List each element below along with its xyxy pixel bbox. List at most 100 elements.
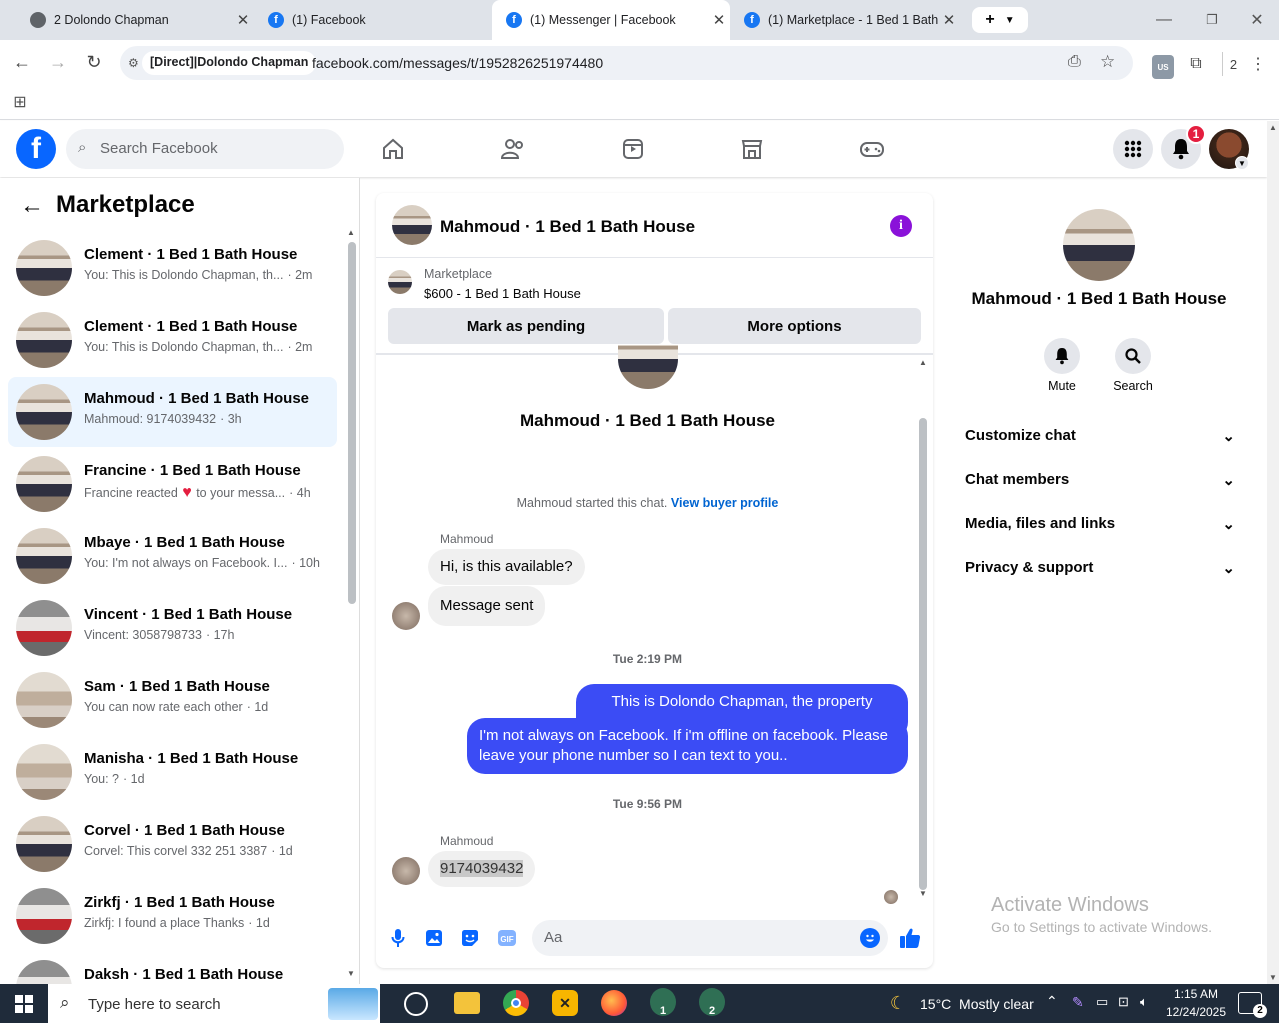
marketplace-icon[interactable]	[735, 133, 769, 165]
conversation-item[interactable]: Clement · 1 Bed 1 Bath House You: This is…	[8, 305, 337, 375]
list-scrollbar[interactable]: ▲ ▼	[347, 228, 357, 978]
emoji-icon[interactable]	[860, 928, 880, 948]
extensions-puzzle-icon[interactable]: ⧉	[1184, 52, 1208, 76]
chat-members-section[interactable]: Chat members ⌄	[965, 471, 1235, 489]
more-options-button[interactable]: More options	[668, 308, 921, 344]
sticker-icon[interactable]	[460, 927, 480, 949]
tray-chevron-up-icon[interactable]: ⌃	[1046, 993, 1058, 1010]
app-window-icon[interactable]: 1	[650, 988, 676, 1017]
info-icon[interactable]: i	[890, 215, 912, 237]
chevron-down-icon[interactable]: ▼	[1235, 156, 1249, 170]
network-icon[interactable]: ⊡	[1118, 994, 1129, 1010]
device-icon[interactable]: ▭	[1096, 994, 1108, 1010]
video-icon[interactable]	[616, 133, 650, 165]
minimize-icon[interactable]: —	[1150, 10, 1178, 30]
gif-icon[interactable]: GIF	[496, 927, 518, 949]
browser-tab[interactable]: f (1) Facebook	[254, 0, 492, 40]
chat-scrollbar[interactable]: ▲ ▼	[917, 358, 929, 898]
back-icon[interactable]: ←	[10, 50, 34, 74]
file-explorer-icon[interactable]	[454, 992, 480, 1014]
conversation-item[interactable]: Mbaye · 1 Bed 1 Bath House You: I'm not a…	[8, 521, 337, 591]
friends-icon[interactable]	[496, 133, 530, 165]
conversation-item[interactable]: Clement · 1 Bed 1 Bath House You: This is…	[8, 233, 337, 303]
message-input[interactable]: Aa	[532, 920, 888, 956]
mute-bell-icon[interactable]	[1044, 338, 1080, 374]
conversation-item[interactable]: Mahmoud · 1 Bed 1 Bath House Mahmoud: 917…	[8, 377, 337, 447]
browser-tab[interactable]: f (1) Marketplace - 1 Bed 1 Bath House ✕	[730, 0, 966, 40]
browser-tab-active[interactable]: f (1) Messenger | Facebook ✕	[492, 0, 730, 40]
app-icon[interactable]: ✕	[552, 990, 578, 1016]
chat-title[interactable]: Mahmoud · 1 Bed 1 Bath House	[440, 217, 695, 237]
site-settings-icon[interactable]: ⚙	[128, 56, 139, 70]
microphone-icon[interactable]	[388, 927, 408, 949]
weather-text[interactable]: 15°C Mostly clear	[920, 996, 1034, 1012]
browser-tab[interactable]: 2 Dolondo Chapman ✕	[16, 0, 254, 40]
view-buyer-profile-link[interactable]: View buyer profile	[671, 496, 778, 510]
firefox-icon[interactable]	[601, 990, 627, 1016]
privacy-support-section[interactable]: Privacy & support ⌄	[965, 559, 1235, 577]
apps-grid-icon[interactable]: ⊞	[10, 92, 30, 112]
sender-avatar[interactable]	[392, 602, 420, 630]
search-bar[interactable]: ⌕ Search Facebook	[66, 129, 344, 169]
listing-title[interactable]: $600 - 1 Bed 1 Bath House	[424, 286, 581, 301]
bookmark-star-icon[interactable]: ☆	[1100, 52, 1115, 72]
chevron-down-icon[interactable]: ▼	[1005, 15, 1015, 26]
app-window-icon[interactable]: 2	[699, 988, 725, 1017]
facebook-logo[interactable]: f	[16, 129, 56, 169]
incoming-message[interactable]: Hi, is this available?	[428, 549, 585, 585]
scrollbar-thumb[interactable]	[919, 418, 927, 890]
close-tab-icon[interactable]: ✕	[938, 11, 960, 29]
phone-number-text[interactable]: 9174039432	[440, 860, 524, 877]
media-files-links-section[interactable]: Media, files and links ⌄	[965, 515, 1235, 533]
windows-start-icon[interactable]	[0, 984, 48, 1023]
customize-chat-section[interactable]: Customize chat ⌄	[965, 427, 1235, 445]
home-icon[interactable]	[376, 133, 410, 165]
clock-time[interactable]: 1:15 AM	[1166, 987, 1226, 1001]
new-tab-button[interactable]: + ▼	[972, 7, 1028, 33]
weather-moon-icon[interactable]: ☾	[885, 990, 911, 1016]
close-window-icon[interactable]: ✕	[1243, 10, 1271, 30]
volume-icon[interactable]: 🔈︎	[1140, 994, 1148, 1010]
conversation-item[interactable]: Corvel · 1 Bed 1 Bath House Corvel: This …	[8, 809, 337, 879]
listing-thumbnail[interactable]	[388, 270, 412, 294]
conversation-item[interactable]: Sam · 1 Bed 1 Bath House You can now rate…	[8, 665, 337, 735]
install-app-icon[interactable]: ⎙	[1068, 53, 1081, 71]
clock-date[interactable]: 12/24/2025	[1162, 1005, 1230, 1019]
mark-pending-button[interactable]: Mark as pending	[388, 308, 664, 344]
scrollbar-thumb[interactable]	[348, 242, 356, 604]
back-arrow-icon[interactable]: ←	[18, 192, 46, 220]
search-highlight-image[interactable]	[328, 988, 378, 1020]
chat-avatar[interactable]	[392, 205, 432, 245]
pen-icon[interactable]: ✎	[1072, 994, 1084, 1011]
profile-count[interactable]: 2	[1222, 52, 1244, 76]
sender-avatar[interactable]	[392, 857, 420, 885]
menu-dots-icon[interactable]: ⋮	[1250, 52, 1266, 76]
incoming-message[interactable]: Message sent	[428, 586, 546, 626]
outgoing-message[interactable]: I'm not always on Facebook. If i'm offli…	[467, 718, 908, 774]
menu-grid-icon[interactable]	[1113, 129, 1153, 169]
close-tab-icon[interactable]: ✕	[232, 11, 254, 29]
extension-icon[interactable]: US	[1152, 55, 1174, 79]
conversation-item[interactable]: Daksh · 1 Bed 1 Bath House	[8, 953, 337, 984]
search-icon[interactable]	[1115, 338, 1151, 374]
gaming-icon[interactable]	[855, 133, 889, 165]
conversation-item[interactable]: Zirkfj · 1 Bed 1 Bath House Zirkfj: I fou…	[8, 881, 337, 951]
reload-icon[interactable]: ↻	[82, 50, 106, 74]
photo-icon[interactable]	[424, 927, 444, 949]
page-scrollbar[interactable]: ▲ ▼	[1267, 121, 1279, 984]
close-tab-icon[interactable]: ✕	[708, 11, 730, 29]
chrome-icon[interactable]	[503, 990, 529, 1016]
forward-icon[interactable]: →	[46, 50, 70, 74]
url-text[interactable]: facebook.com/messages/t/1952826251974480	[312, 55, 603, 71]
task-view-icon[interactable]	[404, 992, 428, 1016]
details-avatar[interactable]	[1063, 209, 1135, 281]
incoming-message[interactable]: 9174039432	[428, 851, 536, 887]
site-chip[interactable]: [Direct]|Dolondo Chapman	[142, 51, 317, 75]
thumbs-up-icon[interactable]	[898, 925, 922, 951]
taskbar-search-box[interactable]: ⌕ Type here to search	[48, 984, 380, 1023]
notification-center-icon[interactable]: 2	[1238, 992, 1267, 1018]
conversation-item[interactable]: Vincent · 1 Bed 1 Bath House Vincent: 305…	[8, 593, 337, 663]
conversation-item[interactable]: Manisha · 1 Bed 1 Bath House You: ? · 1d	[8, 737, 337, 807]
intro-avatar[interactable]	[618, 345, 678, 389]
conversation-item[interactable]: Francine · 1 Bed 1 Bath House Francine re…	[8, 449, 337, 519]
